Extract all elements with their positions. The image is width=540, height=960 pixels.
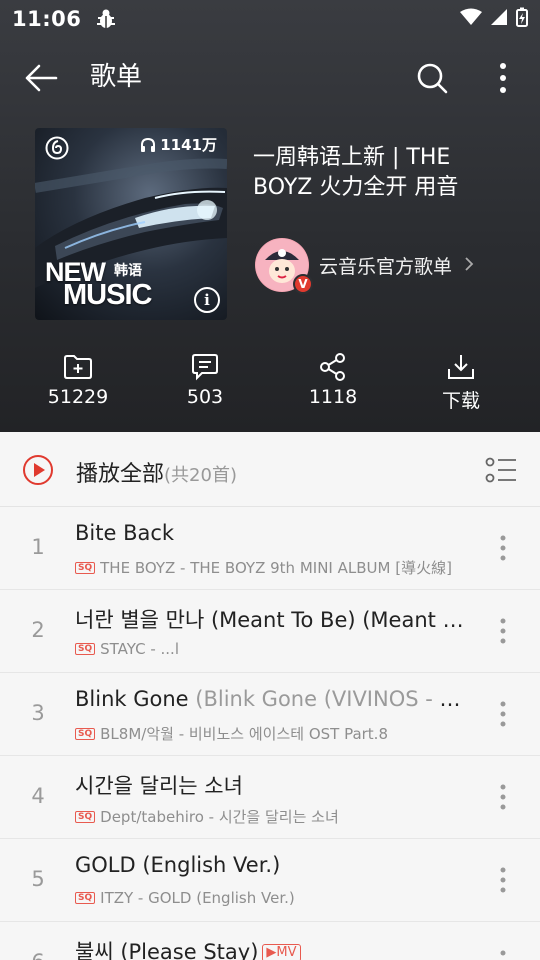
share-count: 1118	[308, 386, 358, 408]
creator-link[interactable]: V 云音乐官方歌单	[255, 238, 505, 294]
song-list-panel: 播放全部(共20首) 1 Bite Back SQ THE BOYZ - THE …	[0, 432, 540, 960]
sq-badge: SQ	[75, 643, 96, 655]
playlist-title[interactable]: 一周韩语上新 | THE BOYZ 火力全开 用音	[253, 143, 515, 203]
playlist-cover[interactable]: 1141万 NEW 韩语 MUSIC i	[35, 128, 227, 320]
song-more-button[interactable]	[490, 615, 516, 647]
song-title: Bite Back	[75, 521, 175, 545]
song-more-button[interactable]	[490, 532, 516, 564]
more-vertical-icon	[500, 867, 506, 893]
comment-button[interactable]: 503	[141, 352, 269, 416]
song-artist-album: Dept/tabehiro - 시간을 달리는 소녀	[100, 808, 339, 826]
song-index: 4	[31, 784, 45, 808]
collect-button[interactable]: 51229	[14, 352, 142, 416]
app-bar: 歌单	[0, 48, 540, 108]
search-button[interactable]	[412, 58, 452, 98]
song-title-alias: (Blink Gone (VIVINOS - A...	[188, 687, 467, 711]
comment-count: 503	[186, 386, 224, 408]
share-button[interactable]: 1118	[269, 352, 397, 416]
creator-name: 云音乐官方歌单	[319, 255, 453, 278]
song-more-button[interactable]	[490, 864, 516, 896]
song-row[interactable]: 4 시간을 달리는 소녀 SQ Dept/tabehiro - 시간을 달리는 소…	[0, 756, 540, 839]
download-label: 下载	[441, 390, 480, 412]
song-row[interactable]: 1 Bite Back SQ THE BOYZ - THE BOYZ 9th MI…	[0, 507, 540, 590]
song-index: 1	[31, 535, 45, 559]
song-title: 시간을 달리는 소녀	[75, 774, 243, 798]
more-vertical-icon	[500, 535, 506, 561]
song-artist-album: STAYC - ...l	[100, 640, 179, 658]
song-more-button[interactable]	[490, 781, 516, 813]
share-icon	[318, 352, 348, 382]
song-count: (共20首)	[164, 465, 237, 486]
mv-badge[interactable]: ▶MV	[262, 944, 301, 960]
more-vertical-icon	[500, 701, 506, 727]
song-index: 5	[31, 867, 45, 891]
song-title-main: 불씨 (Please Stay)	[75, 940, 259, 960]
more-vertical-icon	[500, 784, 506, 810]
folder-add-icon	[63, 352, 93, 382]
wifi-icon	[460, 8, 482, 30]
more-options-button[interactable]	[488, 58, 518, 98]
download-icon	[446, 352, 476, 382]
sq-badge: SQ	[75, 561, 96, 574]
status-bar: 11:06	[0, 0, 540, 38]
song-row[interactable]: 6 불씨 (Please Stay)▶MV	[0, 922, 540, 960]
song-title-main: Blink Gone	[75, 687, 189, 711]
song-artist-album: ITZY - GOLD (English Ver.)	[100, 889, 295, 907]
play-circle-icon	[23, 455, 53, 485]
sq-badge: SQ	[75, 810, 96, 823]
download-button[interactable]: 下载	[397, 352, 525, 416]
song-index: 2	[31, 618, 45, 642]
song-subtitle: SQ Dept/tabehiro - 시간을 달리는 소녀	[75, 806, 475, 827]
song-title: Blink Gone (Blink Gone (VIVINOS - A...	[75, 687, 467, 711]
song-index: 6	[0, 950, 76, 960]
song-row[interactable]: 3 Blink Gone (Blink Gone (VIVINOS - A...…	[0, 673, 540, 756]
comment-icon	[190, 352, 220, 382]
back-arrow-icon	[25, 64, 58, 92]
song-more-button[interactable]	[490, 698, 516, 730]
sq-badge: SQ	[75, 892, 96, 904]
search-icon	[417, 63, 448, 94]
song-subtitle: SQ STAYC - ...l	[75, 640, 475, 658]
battery-icon	[516, 7, 528, 31]
song-subtitle: SQ THE BOYZ - THE BOYZ 9th MINI ALBUM [導火…	[75, 557, 475, 578]
song-index: 3	[31, 701, 45, 725]
verified-badge: V	[293, 274, 313, 294]
headphones-icon	[141, 137, 156, 152]
multi-select-icon[interactable]	[484, 454, 518, 486]
play-all-label: 播放全部(共20首)	[76, 456, 237, 488]
more-vertical-icon	[500, 618, 506, 644]
playlist-header: 11:06 歌单 1141万 NEW 韩语 MUSIC i 一周韩语上新 | T…	[0, 0, 540, 432]
netease-logo-icon	[45, 136, 69, 160]
song-title: 불씨 (Please Stay) ▶MV	[75, 936, 467, 960]
song-title: 너란 별을 만나 (Meant To Be) (Meant To Be)	[75, 608, 467, 632]
song-subtitle: SQ BL8M/악월 - 비비노스 에이스테 OST Part.8	[75, 723, 475, 744]
sq-badge: SQ	[75, 727, 96, 740]
play-count: 1141万	[140, 134, 217, 155]
cell-signal-icon	[490, 8, 508, 30]
page-title: 歌单	[90, 62, 143, 92]
more-vertical-icon	[500, 63, 506, 93]
action-bar: 51229 503 1118 下载	[0, 352, 540, 416]
bug-icon	[95, 8, 117, 30]
info-button[interactable]: i	[194, 287, 220, 313]
cover-text-korean: 韩语	[114, 263, 142, 279]
play-all-row[interactable]: 播放全部(共20首)	[0, 432, 540, 507]
back-button[interactable]	[20, 60, 62, 96]
play-count-value: 1141万	[160, 136, 217, 154]
collect-count: 51229	[47, 386, 109, 408]
song-more-button[interactable]	[490, 947, 516, 960]
status-time: 11:06	[12, 7, 82, 31]
play-all-text: 播放全部	[76, 462, 165, 487]
song-row[interactable]: 2 너란 별을 만나 (Meant To Be) (Meant To Be) S…	[0, 590, 540, 673]
cover-text-music: MUSIC	[63, 279, 152, 311]
song-subtitle: SQ ITZY - GOLD (English Ver.)	[75, 889, 475, 907]
chevron-right-icon	[464, 253, 474, 277]
song-row[interactable]: 5 GOLD (English Ver.) SQ ITZY - GOLD (Eng…	[0, 839, 540, 922]
song-title: GOLD (English Ver.)	[75, 853, 281, 877]
more-vertical-icon	[500, 950, 506, 956]
avatar: V	[255, 238, 313, 294]
song-artist-album: BL8M/악월 - 비비노스 에이스테 OST Part.8	[100, 725, 388, 743]
song-artist-album: THE BOYZ - THE BOYZ 9th MINI ALBUM [導火線]	[100, 559, 452, 577]
